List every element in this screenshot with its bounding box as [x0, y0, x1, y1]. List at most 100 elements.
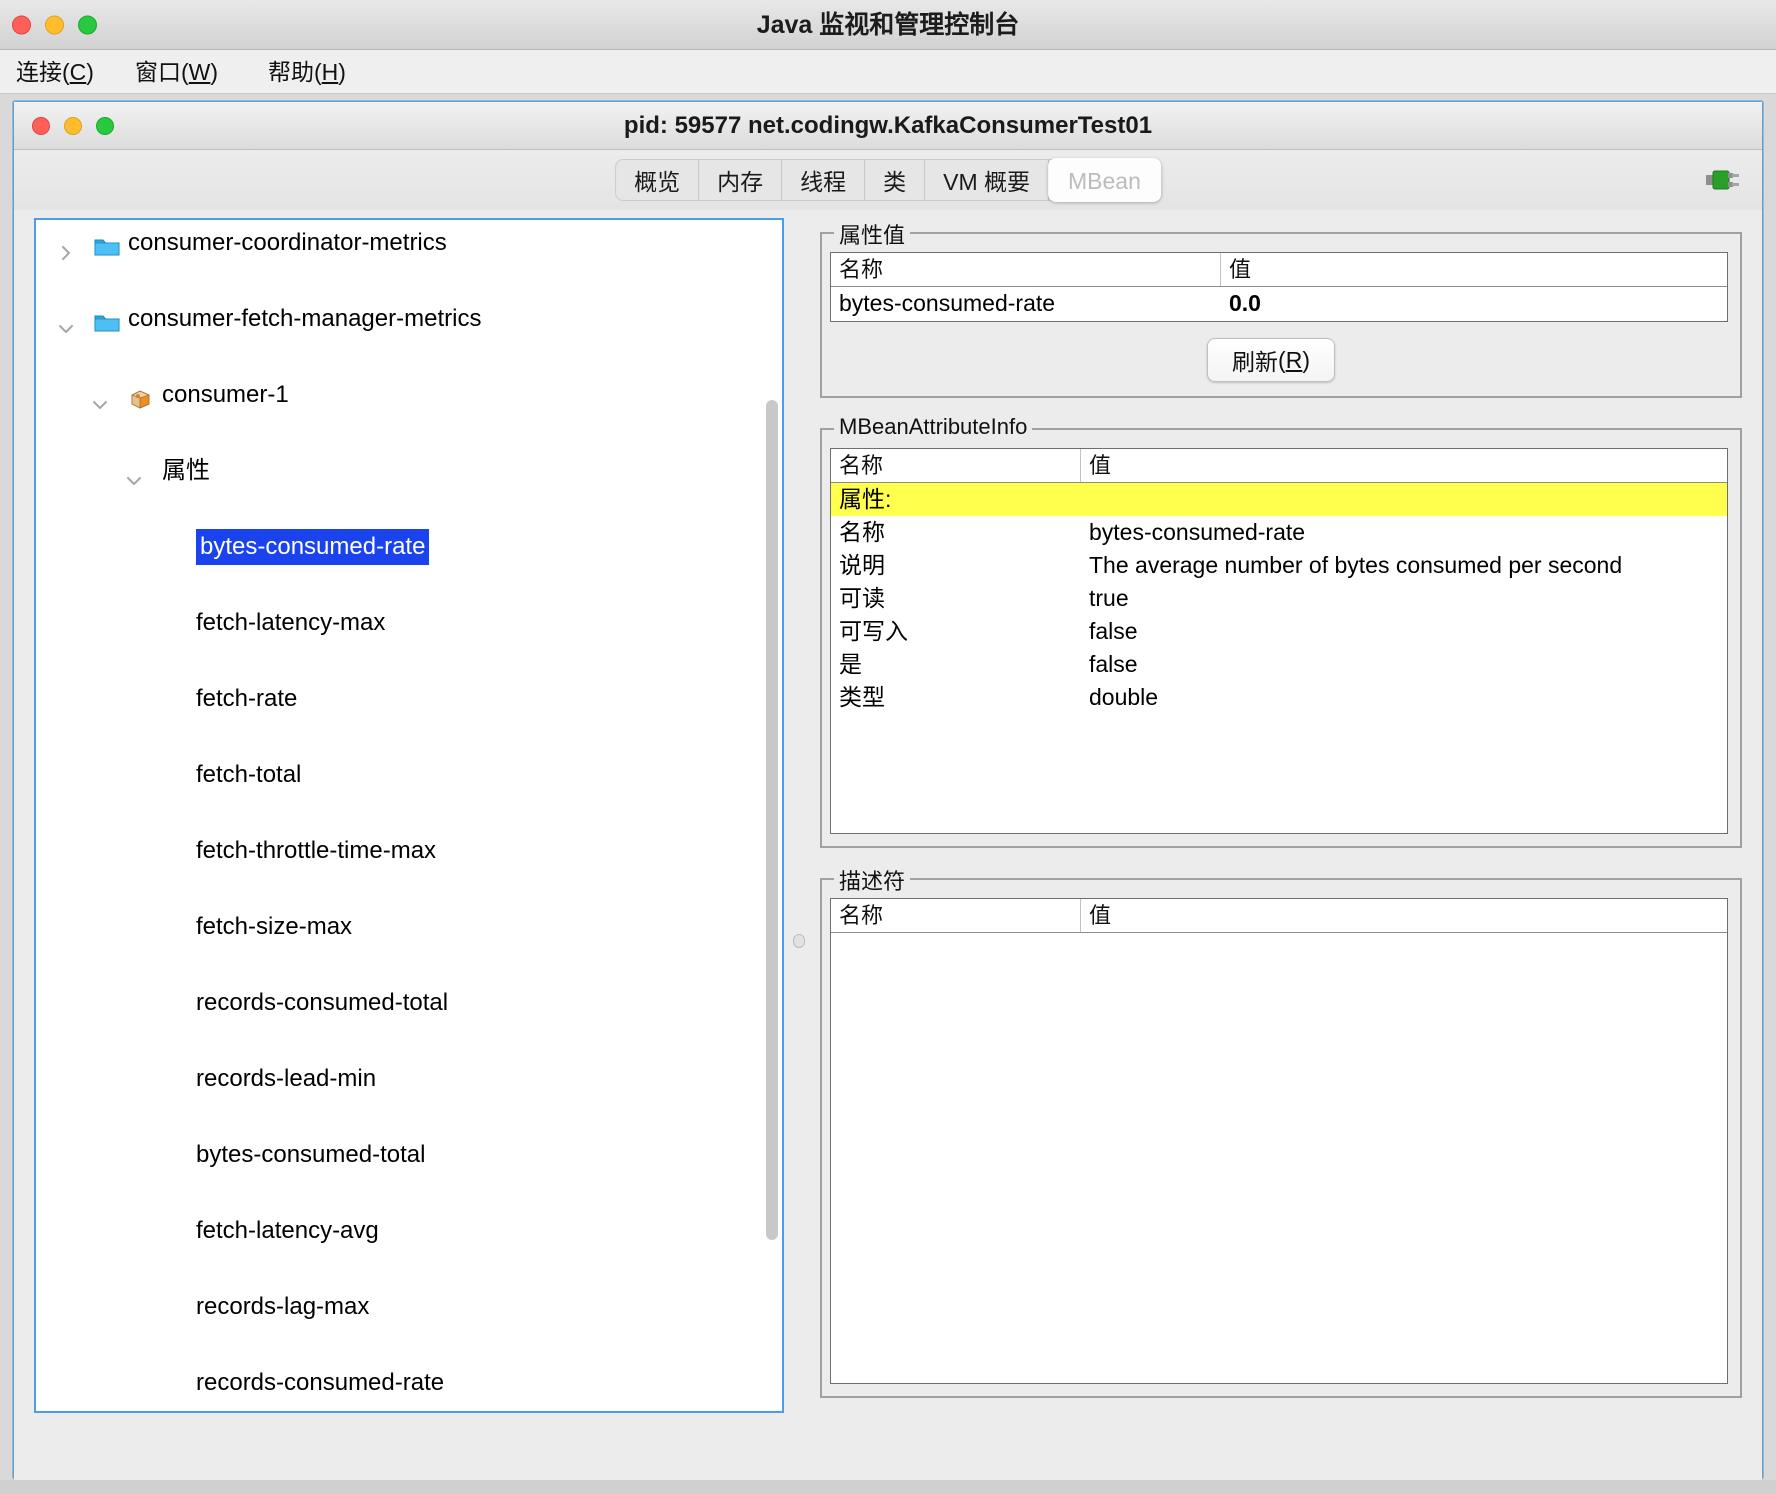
mbean-attribute-info-table[interactable]: 名称 值 属性: 名称 bytes-consumed-rate 说明 The avera…: [830, 448, 1728, 834]
refresh-button-mnemonic: R: [1285, 346, 1303, 373]
mbean-attribute-info-cell-value: true: [1089, 585, 1129, 611]
descriptor-col-value: 值: [1089, 903, 1112, 928]
tree-node-label: records-lag-max: [196, 1293, 370, 1320]
tree-node-label: records-consumed-rate: [196, 1369, 445, 1396]
plug-connector-icon[interactable]: [1706, 167, 1740, 193]
outer-window-titlebar: Java 监视和管理控制台: [0, 0, 1776, 50]
mbean-attribute-info-cell-name: 可读: [839, 585, 885, 611]
menu-window-mnemonic: W: [188, 59, 211, 85]
tree-node-label: records-consumed-total: [196, 989, 449, 1016]
mbean-attribute-info-cell-value: double: [1089, 684, 1159, 710]
mbean-attribute-info-col-value: 值: [1089, 453, 1112, 478]
tab-mbean[interactable]: MBean: [1048, 158, 1161, 202]
menu-bar: 连接(C) 窗口(W) 帮助(H): [0, 50, 1776, 94]
tree-node[interactable]: bytes-consumed-total: [36, 1136, 782, 1174]
mbean-attribute-info-title: MBeanAttributeInfo: [834, 414, 1033, 440]
mbean-attribute-info-row[interactable]: 可写入 false: [831, 615, 1727, 648]
mbean-attribute-info-rows: 属性: 名称 bytes-consumed-rate 说明 The average nu…: [831, 483, 1727, 714]
tree-node-label: consumer-1: [162, 381, 289, 408]
mbean-attribute-info-cell-name: 可写入: [839, 618, 908, 644]
mbean-attribute-info-header-row: 名称 值: [831, 449, 1727, 483]
mbean-attribute-info-row[interactable]: 名称 bytes-consumed-rate: [831, 516, 1727, 549]
menu-window[interactable]: 窗口(W): [125, 50, 228, 94]
mbean-attribute-info-row[interactable]: 说明 The average number of bytes consumed p…: [831, 549, 1727, 582]
tree-node[interactable]: fetch-throttle-time-max: [36, 832, 782, 870]
tree-node[interactable]: bytes-consumed-rate: [36, 528, 782, 566]
tree-node-label: fetch-size-max: [196, 913, 353, 940]
tree-node[interactable]: 属性: [36, 452, 782, 490]
tree-node[interactable]: fetch-total: [36, 756, 782, 794]
inner-window-titlebar: pid: 59577 net.codingw.KafkaConsumerTest…: [14, 102, 1762, 150]
tree-node-label: bytes-consumed-total: [196, 1141, 426, 1168]
tree-node-label: consumer-fetch-manager-metrics: [128, 305, 482, 332]
mbean-attribute-info-row[interactable]: 类型 double: [831, 681, 1727, 714]
descriptor-title: 描述符: [834, 864, 911, 896]
splitter-handle[interactable]: [793, 934, 805, 948]
tree-node[interactable]: consumer-coordinator-metrics: [36, 224, 782, 262]
tab-group: 概览 内存 线程 类 VM 概要 MBean: [615, 158, 1161, 202]
menu-help-label: 帮助: [268, 59, 314, 85]
tree-node-label: bytes-consumed-rate: [196, 529, 430, 565]
mbean-attribute-info-cell-name: 属性:: [839, 486, 892, 512]
mbean-detail-panel: 属性值 名称 值 bytes-consumed-rate 0.0 刷新(R) M…: [812, 218, 1750, 1413]
folder-icon: [94, 232, 120, 256]
panel-splitter[interactable]: [790, 218, 808, 1413]
descriptor-col-name: 名称: [831, 899, 1081, 932]
mbean-attribute-info-col-name: 名称: [831, 449, 1081, 482]
mbean-attribute-info-cell-value: false: [1089, 618, 1138, 644]
menu-help-mnemonic: H: [321, 59, 339, 85]
attribute-values-table[interactable]: 名称 值 bytes-consumed-rate 0.0: [830, 252, 1728, 322]
tree-node[interactable]: records-lead-min: [36, 1060, 782, 1098]
tree-node-label: fetch-latency-max: [196, 609, 386, 636]
app-root: Java 监视和管理控制台 连接(C) 窗口(W) 帮助(H) pid: 595…: [0, 0, 1776, 1494]
inner-window-title: pid: 59577 net.codingw.KafkaConsumerTest…: [623, 112, 1153, 139]
mbean-attribute-info-cell-name: 名称: [839, 519, 885, 545]
refresh-button[interactable]: 刷新(R): [1207, 338, 1335, 382]
menu-connect[interactable]: 连接(C): [6, 50, 104, 94]
tree-node[interactable]: records-consumed-rate: [36, 1364, 782, 1402]
attribute-values-row[interactable]: bytes-consumed-rate 0.0: [831, 287, 1727, 320]
tab-vm-summary[interactable]: VM 概要: [925, 160, 1050, 200]
menu-help[interactable]: 帮助(H): [258, 50, 356, 94]
tree-node[interactable]: fetch-latency-max: [36, 604, 782, 642]
chevron-right-icon[interactable]: [58, 235, 74, 260]
tree-node[interactable]: records-lag-max: [36, 1288, 782, 1326]
menu-connect-mnemonic: C: [69, 59, 87, 85]
tree-node[interactable]: records-consumed-total: [36, 984, 782, 1022]
tab-memory[interactable]: 内存: [699, 160, 783, 200]
tree-node[interactable]: consumer-fetch-manager-metrics: [36, 300, 782, 338]
chevron-down-icon[interactable]: [92, 387, 108, 409]
tree-node-label: fetch-latency-avg: [196, 1217, 379, 1244]
tree-node[interactable]: consumer-1: [36, 376, 782, 414]
tree-node[interactable]: fetch-size-max: [36, 908, 782, 946]
tab-overview[interactable]: 概览: [616, 160, 700, 200]
mbean-attribute-info-cell-value: false: [1089, 651, 1138, 677]
tree-vertical-scrollbar[interactable]: [766, 400, 778, 1240]
descriptor-group: 描述符 名称 值: [820, 864, 1742, 1398]
folder-icon: [94, 308, 120, 332]
mbean-attribute-info-cell-name: 是: [839, 651, 862, 677]
tree-node-label: records-lead-min: [196, 1065, 377, 1092]
attribute-values-cell-name: bytes-consumed-rate: [839, 290, 1056, 316]
mbean-attribute-info-cell-value: [1081, 483, 1727, 516]
mbean-attribute-info-group: MBeanAttributeInfo 名称 值 属性: 名称 bytes-consu…: [820, 414, 1742, 848]
tree-node-label: fetch-throttle-time-max: [196, 837, 437, 864]
mbean-attribute-info-row[interactable]: 是 false: [831, 648, 1727, 681]
tab-threads[interactable]: 线程: [782, 160, 866, 200]
tab-classes[interactable]: 类: [865, 160, 926, 200]
tree-node[interactable]: fetch-latency-avg: [36, 1212, 782, 1250]
mbean-inner-window: pid: 59577 net.codingw.KafkaConsumerTest…: [12, 100, 1764, 1480]
mbean-tree: consumer-coordinator-metrics consumer-fet…: [36, 220, 782, 1411]
mbean-attribute-info-cell-value: The average number of bytes consumed per…: [1089, 552, 1623, 578]
descriptor-table[interactable]: 名称 值: [830, 898, 1728, 1384]
chevron-down-icon[interactable]: [126, 463, 142, 485]
mbean-tree-panel[interactable]: consumer-coordinator-metrics consumer-fet…: [34, 218, 784, 1413]
mbean-attribute-info-cell-name: 类型: [839, 684, 885, 710]
tab-bar: 概览 内存 线程 类 VM 概要 MBean: [14, 150, 1762, 210]
content-area: consumer-coordinator-metrics consumer-fet…: [14, 210, 1762, 1480]
attribute-values-header-row: 名称 值: [831, 253, 1727, 287]
mbean-attribute-info-row[interactable]: 属性:: [831, 483, 1727, 516]
mbean-attribute-info-row[interactable]: 可读 true: [831, 582, 1727, 615]
tree-node[interactable]: fetch-rate: [36, 680, 782, 718]
chevron-down-icon[interactable]: [58, 311, 74, 333]
